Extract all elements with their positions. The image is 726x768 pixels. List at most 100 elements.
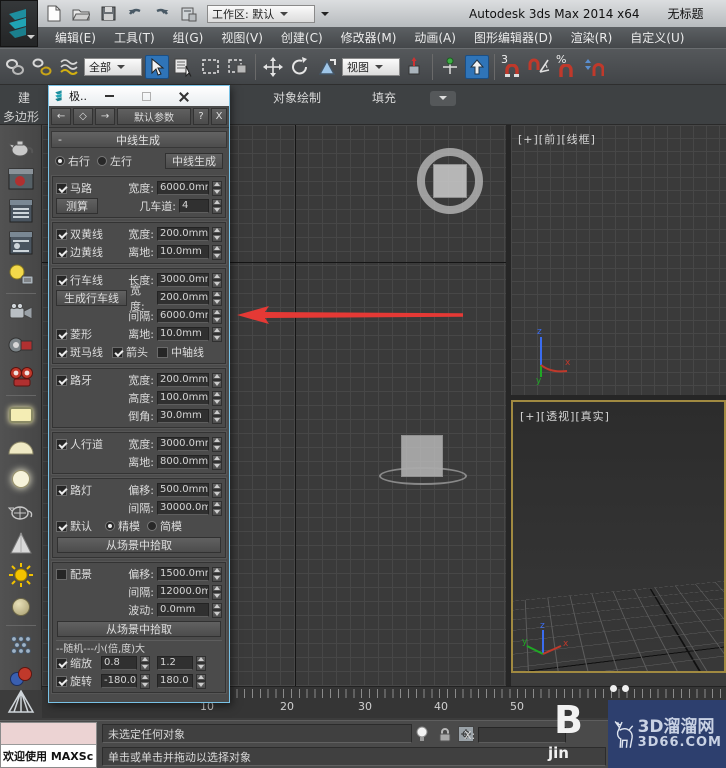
curb-width-field[interactable]: 200.0mm xyxy=(157,373,209,387)
rectangular-selection-region-icon[interactable] xyxy=(199,55,223,79)
spinner[interactable] xyxy=(212,482,222,498)
spinner[interactable] xyxy=(212,584,222,600)
trackbar-key-dot[interactable] xyxy=(622,685,629,692)
scenery-offset-field[interactable]: 1500.0mm xyxy=(157,567,209,581)
yellow-height-field[interactable]: 10.0mm xyxy=(157,245,209,259)
new-file-icon[interactable] xyxy=(44,5,64,23)
select-and-link-icon[interactable] xyxy=(3,55,27,79)
ribbon-minimize-dropdown[interactable] xyxy=(430,91,456,106)
lane-gap-field[interactable]: 6000.0mm xyxy=(157,309,209,323)
menu-animation[interactable]: 动画(A) xyxy=(405,29,465,46)
spinner[interactable] xyxy=(196,673,206,689)
scenery-pick-from-scene-button[interactable]: 从场景中拾取 xyxy=(57,621,221,637)
spinner[interactable] xyxy=(212,390,222,406)
curb-bevel-field[interactable]: 30.0mm xyxy=(157,409,209,423)
undo-icon[interactable] xyxy=(125,5,145,23)
viewport-perspective[interactable]: [+][透视][真实] z y x xyxy=(511,400,726,673)
sphere-light-icon[interactable] xyxy=(6,465,36,492)
spinner[interactable] xyxy=(140,655,150,671)
camera-view-icon[interactable] xyxy=(6,331,36,358)
arrow-checkbox[interactable] xyxy=(112,346,123,358)
diamond-checkbox[interactable] xyxy=(56,328,67,340)
use-pivot-point-icon[interactable] xyxy=(403,55,427,79)
selection-lock-toggle-icon[interactable] xyxy=(438,727,452,745)
lamp-checkbox[interactable] xyxy=(56,484,67,496)
zebra-checkbox[interactable] xyxy=(56,346,67,358)
menu-rendering[interactable]: 渲染(R) xyxy=(562,29,622,46)
lane-width-field[interactable]: 200.0mm xyxy=(157,291,209,305)
rollout-centerline[interactable]: - 中线生成 xyxy=(51,131,227,148)
sphere-object-icon[interactable] xyxy=(6,593,36,620)
project-folder-icon[interactable] xyxy=(179,5,199,23)
batch-render-camera-icon[interactable] xyxy=(6,363,36,390)
default-params-button[interactable]: 默认参数 xyxy=(117,108,191,125)
window-crossing-toggle-icon[interactable] xyxy=(226,55,250,79)
nav-back-button[interactable]: ← xyxy=(51,108,71,125)
spinner[interactable] xyxy=(212,566,222,582)
sidewalk-height-field[interactable]: 800.0mm xyxy=(157,455,209,469)
road-width-field[interactable]: 6000.0mm xyxy=(157,181,209,195)
rotate-random-checkbox[interactable] xyxy=(56,675,67,687)
spinner[interactable] xyxy=(212,308,222,324)
scale-max-field[interactable]: 1.2 xyxy=(157,656,193,670)
panel-titlebar[interactable]: 极.. xyxy=(49,86,229,106)
workspace-flyout-icon[interactable] xyxy=(321,11,329,20)
bind-to-space-warp-icon[interactable] xyxy=(57,55,81,79)
spinner[interactable] xyxy=(212,244,222,260)
menu-group[interactable]: 组(G) xyxy=(164,29,213,46)
sidewalk-width-field[interactable]: 3000.0mm xyxy=(157,437,209,451)
spinner[interactable] xyxy=(212,408,222,424)
save-icon[interactable] xyxy=(98,5,118,23)
lamp-pick-from-scene-button[interactable]: 从场景中拾取 xyxy=(57,537,221,553)
select-and-move-icon[interactable] xyxy=(261,55,285,79)
dome-light-icon[interactable] xyxy=(6,433,36,460)
scatter-array-icon[interactable] xyxy=(6,631,36,658)
lane-offset-field[interactable]: 10.0mm xyxy=(157,327,209,341)
spinner[interactable] xyxy=(212,272,222,288)
menu-edit[interactable]: 编辑(E) xyxy=(46,29,105,46)
scenery-gap-field[interactable]: 12000.0mm xyxy=(157,585,209,599)
unlink-selection-icon[interactable] xyxy=(30,55,54,79)
spinner[interactable] xyxy=(196,655,206,671)
road-checkbox[interactable] xyxy=(56,182,67,194)
lamp-default-checkbox[interactable] xyxy=(56,520,67,532)
spinner-snap-toggle-icon[interactable] xyxy=(581,55,605,79)
rotate-min-field[interactable]: -180.0 xyxy=(101,674,137,688)
circle-object[interactable] xyxy=(379,467,467,485)
open-file-icon[interactable] xyxy=(71,5,91,23)
radio-hipoly[interactable] xyxy=(105,521,115,531)
menu-customize[interactable]: 自定义(U) xyxy=(621,29,693,46)
listener-script-row[interactable]: 欢迎使用 MAXSc xyxy=(1,745,96,767)
scenery-checkbox[interactable] xyxy=(56,568,67,580)
environment-settings-icon[interactable] xyxy=(6,229,36,256)
centeraxis-checkbox[interactable] xyxy=(157,346,168,358)
radio-right-traffic[interactable] xyxy=(55,156,65,166)
redo-icon[interactable] xyxy=(152,5,172,23)
rendered-frame-window-icon[interactable] xyxy=(6,165,36,192)
light-lister-icon[interactable] xyxy=(6,261,36,288)
maxscript-mini-listener[interactable]: 欢迎使用 MAXSc xyxy=(0,722,97,768)
selection-filter-dropdown[interactable]: 全部 xyxy=(84,57,142,76)
lane-length-field[interactable]: 3000.0mm xyxy=(157,273,209,287)
spinner[interactable] xyxy=(212,226,222,242)
roundabout-object[interactable] xyxy=(417,148,483,214)
isolate-selection-icon[interactable] xyxy=(6,688,36,719)
viewport-persp-label[interactable]: [+][透视][真实] xyxy=(520,408,610,424)
close-icon[interactable] xyxy=(179,92,188,101)
menu-tools[interactable]: 工具(T) xyxy=(105,29,164,46)
minimize-icon[interactable] xyxy=(105,95,114,97)
render-setup-icon[interactable] xyxy=(6,197,36,224)
wire-teapot-icon[interactable] xyxy=(6,497,36,524)
sidewalk-checkbox[interactable] xyxy=(56,438,67,450)
menu-create[interactable]: 创建(C) xyxy=(272,29,332,46)
scale-min-field[interactable]: 0.8 xyxy=(101,656,137,670)
spinner[interactable] xyxy=(212,372,222,388)
spinner[interactable] xyxy=(212,500,222,516)
measure-button[interactable]: 测算 xyxy=(56,198,98,214)
spinner[interactable] xyxy=(212,454,222,470)
radio-left-traffic[interactable] xyxy=(97,156,107,166)
generate-centerline-button[interactable]: 中线生成 xyxy=(165,153,223,169)
curb-height-field[interactable]: 100.0mm xyxy=(157,391,209,405)
yellow-width-field[interactable]: 200.0mm xyxy=(157,227,209,241)
edge-yellow-checkbox[interactable] xyxy=(56,246,67,258)
